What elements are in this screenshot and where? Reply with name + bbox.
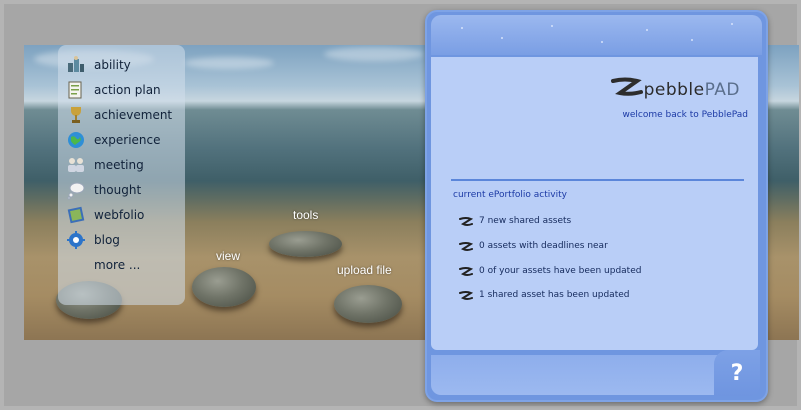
menu-item-thought[interactable]: thought bbox=[66, 179, 141, 201]
logo-accent-text: PAD bbox=[704, 80, 740, 100]
menu-item-label: meeting bbox=[94, 158, 144, 172]
cloud bbox=[184, 57, 274, 69]
panel-body: pebblePAD welcome back to PebblePad curr… bbox=[431, 57, 758, 350]
menu-item-ability[interactable]: ability bbox=[66, 54, 131, 76]
people-icon bbox=[66, 155, 86, 175]
menu-item-meeting[interactable]: meeting bbox=[66, 154, 144, 176]
menu-item-label: blog bbox=[94, 233, 120, 247]
menu-item-label: ability bbox=[94, 58, 131, 72]
pebble-bullet-icon bbox=[459, 212, 474, 231]
trophy-icon bbox=[66, 105, 86, 125]
divider bbox=[451, 179, 744, 181]
clipboard-icon bbox=[66, 80, 86, 100]
menu-item-label: achievement bbox=[94, 108, 173, 122]
asset-menu: ability action plan achievement experien… bbox=[58, 45, 185, 305]
tools-label[interactable]: tools bbox=[293, 208, 318, 222]
panel-header bbox=[431, 15, 762, 55]
upload-file-rock[interactable] bbox=[334, 285, 402, 323]
logo-main-text: pebble bbox=[643, 80, 705, 100]
logo-text: pebblePAD bbox=[644, 80, 740, 100]
menu-item-label: more ... bbox=[94, 258, 141, 272]
menu-item-experience[interactable]: experience bbox=[66, 129, 161, 151]
book-icon bbox=[66, 205, 86, 225]
activity-text: 7 new shared assets bbox=[479, 216, 572, 226]
activity-text: 0 assets with deadlines near bbox=[479, 241, 608, 251]
panel-footer bbox=[431, 355, 721, 395]
activity-text: 0 of your assets have been updated bbox=[479, 266, 642, 276]
help-button[interactable]: ? bbox=[714, 350, 760, 396]
activity-item[interactable]: 0 of your assets have been updated bbox=[459, 264, 641, 278]
gear-icon bbox=[66, 230, 86, 250]
globe-icon bbox=[66, 130, 86, 150]
activity-item[interactable]: 1 shared asset has been updated bbox=[459, 288, 629, 302]
menu-item-label: thought bbox=[94, 183, 142, 197]
thought-bubble-icon bbox=[66, 180, 86, 200]
menu-item-action-plan[interactable]: action plan bbox=[66, 79, 161, 101]
group-icon bbox=[66, 55, 86, 75]
view-label[interactable]: view bbox=[216, 249, 240, 263]
pebble-bullet-icon bbox=[459, 262, 474, 281]
cloud bbox=[324, 47, 424, 61]
tools-rock[interactable] bbox=[269, 231, 342, 257]
menu-item-blog[interactable]: blog bbox=[66, 229, 120, 251]
app-frame: tools view upload file ability action pl… bbox=[0, 0, 801, 410]
activity-title: current ePortfolio activity bbox=[453, 190, 567, 200]
pebble-logo-icon bbox=[610, 77, 644, 103]
welcome-panel: pebblePAD welcome back to PebblePad curr… bbox=[425, 10, 768, 402]
pebble-bullet-icon bbox=[459, 286, 474, 305]
pebble-bullet-icon bbox=[459, 237, 474, 256]
menu-item-label: experience bbox=[94, 133, 161, 147]
menu-item-achievement[interactable]: achievement bbox=[66, 104, 172, 126]
welcome-text: welcome back to PebblePad bbox=[622, 110, 748, 120]
menu-item-label: action plan bbox=[94, 83, 161, 97]
menu-item-webfolio[interactable]: webfolio bbox=[66, 204, 144, 226]
pebblepad-logo: pebblePAD bbox=[610, 77, 740, 103]
activity-text: 1 shared asset has been updated bbox=[479, 290, 630, 300]
view-rock[interactable] bbox=[192, 267, 256, 307]
upload-file-label[interactable]: upload file bbox=[337, 263, 392, 277]
menu-item-more[interactable]: more ... bbox=[66, 254, 140, 276]
activity-item[interactable]: 0 assets with deadlines near bbox=[459, 239, 608, 253]
menu-item-label: webfolio bbox=[94, 208, 145, 222]
activity-item[interactable]: 7 new shared assets bbox=[459, 214, 571, 228]
help-label: ? bbox=[730, 360, 744, 386]
